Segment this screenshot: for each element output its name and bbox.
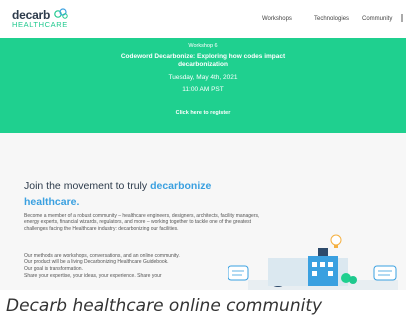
lightbulb-icon: [330, 234, 342, 248]
leaf-logo-icon: [54, 8, 68, 19]
logo[interactable]: decarb HEALTHCARE: [12, 8, 72, 34]
chat-bubble-icon: [228, 265, 249, 281]
chat-bubble-icon: [373, 265, 397, 281]
community-illustration: [228, 234, 398, 290]
workshop-title: Codeword Decarbonize: Exploring how code…: [120, 53, 286, 68]
hospital-building-icon: [308, 248, 338, 286]
nav-community[interactable]: Community: [362, 16, 392, 22]
image-caption: Decarb healthcare online community: [0, 291, 406, 325]
workshop-time: 11:00 AM PST: [182, 86, 224, 93]
site-header: decarb HEALTHCARE Workshops Technologies…: [0, 0, 406, 38]
more-menu-icon[interactable]: [401, 14, 403, 22]
register-link[interactable]: Click here to register: [0, 110, 406, 116]
nav-workshops[interactable]: Workshops: [262, 16, 292, 22]
tree-icon: [349, 276, 357, 284]
nav-technologies[interactable]: Technologies: [314, 16, 349, 22]
logo-subtitle: HEALTHCARE: [12, 20, 68, 29]
workshop-label: Workshop 6: [188, 43, 218, 49]
workshop-banner: Workshop 6 Codeword Decarbonize: Explori…: [0, 38, 406, 133]
headline-text: Join the movement to truly: [24, 180, 151, 192]
page-headline: Join the movement to truly decarbonize h…: [24, 178, 244, 210]
workshop-date: Tuesday, May 4th, 2021: [168, 74, 238, 81]
